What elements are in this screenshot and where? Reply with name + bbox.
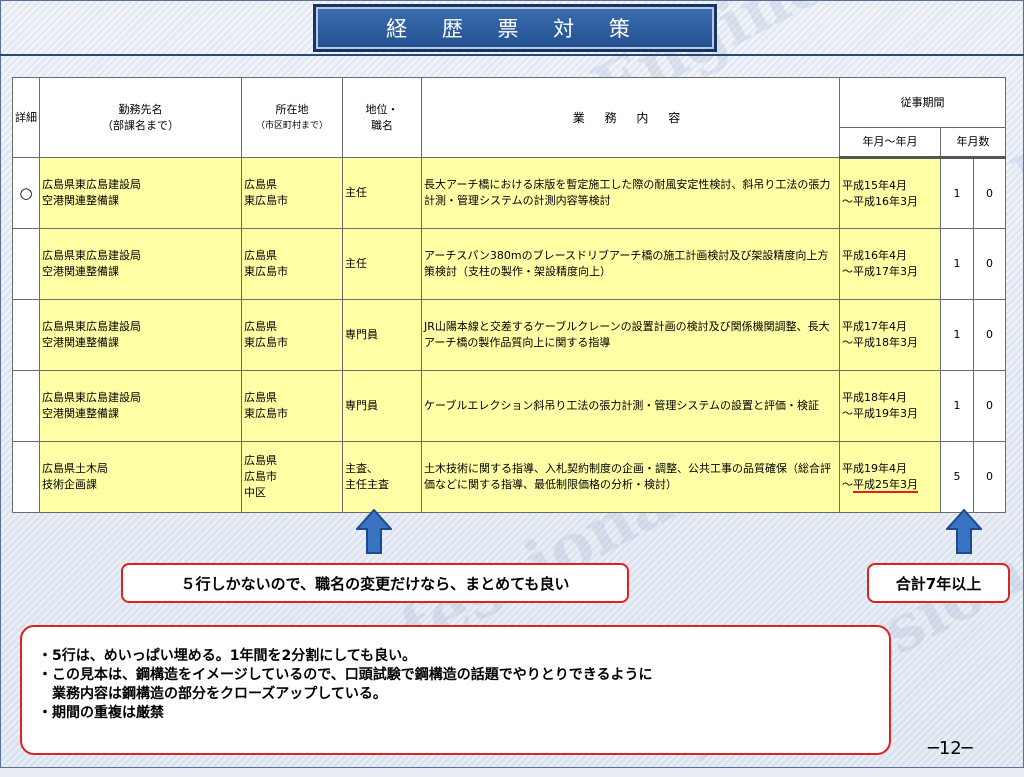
row-work: ケーブルエレクション斜吊り工法の張力計測・管理システムの設置と評価・検証 <box>421 370 840 442</box>
row-mark: ○ <box>12 157 40 229</box>
row-office: 広島県東広島建設局 空港関連整備課 <box>39 228 242 300</box>
row-months: 0 <box>972 441 1007 513</box>
note-line: 業務内容は鋼構造の部分をクローズアップしている。 <box>38 686 387 702</box>
row-months: 0 <box>972 299 1007 371</box>
row-mark <box>12 228 40 300</box>
up-arrow-icon <box>946 509 982 554</box>
header-office: 勤務先名 （部課名まで） <box>39 77 242 158</box>
row-work: 長大アーチ橋における床版を暫定施工した際の耐風安定性検討、斜吊り工法の張力計測・… <box>421 157 840 229</box>
page-number: ─12─ <box>928 738 973 759</box>
header-location: 所在地 （市区町村まで） <box>241 77 343 158</box>
row-years: 1 <box>940 370 974 442</box>
row-period: 平成19年4月 ～平成25年3月 <box>839 441 941 513</box>
row-work: 土木技術に関する指導、入札契約制度の企画・調整、公共工事の品質確保（総合評価など… <box>421 441 840 513</box>
row-period: 平成17年4月 ～平成18年3月 <box>839 299 941 371</box>
header-period-range: 年月～年月 <box>839 127 941 159</box>
row-office: 広島県東広島建設局 空港関連整備課 <box>39 370 242 442</box>
guidance-notes: ・5行は、めいっぱい埋める。1年間を2分割にしても良い。 ・この見本は、鋼構造を… <box>20 625 891 755</box>
row-position: 主任 <box>342 157 422 229</box>
position-merge-note: ５行しかないので、職名の変更だけなら、まとめても良い <box>121 563 629 603</box>
row-period: 平成18年4月 ～平成19年3月 <box>839 370 941 442</box>
row-location: 広島県 東広島市 <box>241 157 343 229</box>
header-detail: 詳細 <box>12 77 40 158</box>
row-mark <box>12 370 40 442</box>
row-mark <box>12 299 40 371</box>
table-row: 広島県東広島建設局 空港関連整備課 広島県 東広島市 主任 アーチスパン380mのブ… <box>12 228 1007 300</box>
table-row: ○ 広島県東広島建設局 空港関連整備課 広島県 東広島市 主任 長大アーチ橋における… <box>12 157 1007 229</box>
slide-title: 経 歴 票 対 策 <box>313 4 717 52</box>
table-row: 広島県東広島建設局 空港関連整備課 広島県 東広島市 専門員 ケーブルエレクション斜… <box>12 370 1007 442</box>
note-line: ・期間の重複は厳禁 <box>38 705 164 721</box>
total-years-note: 合計7年以上 <box>867 563 1010 603</box>
row-work: アーチスパン380mのブレースドリブアーチ橋の施工計画検討及び架設精度向上方策検… <box>421 228 840 300</box>
header-years-count: 年月数 <box>939 127 1007 159</box>
highlighted-end-date: 平成25年3月 <box>853 478 918 493</box>
row-office: 広島県東広島建設局 空港関連整備課 <box>39 299 242 371</box>
row-position: 専門員 <box>342 299 422 371</box>
row-years: 1 <box>940 299 974 371</box>
note-line: ・5行は、めいっぱい埋める。1年間を2分割にしても良い。 <box>38 648 417 664</box>
header-rule <box>0 54 1024 56</box>
up-arrow-icon <box>356 509 392 554</box>
table-row: 広島県土木局 技術企画課 広島県 広島市 中区 主査、 主任主査 土木技術に関する指導、… <box>12 441 1007 513</box>
row-work: JR山陽本線と交差するケーブルクレーンの設置計画の検討及び関係機関調整、長大アー… <box>421 299 840 371</box>
row-years: 1 <box>940 157 974 229</box>
row-period: 平成15年4月 ～平成16年3月 <box>839 157 941 229</box>
row-months: 0 <box>972 228 1007 300</box>
row-mark <box>12 441 40 513</box>
row-location: 広島県 広島市 中区 <box>241 441 343 513</box>
row-location: 広島県 東広島市 <box>241 370 343 442</box>
row-months: 0 <box>972 157 1007 229</box>
row-period: 平成16年4月 ～平成17年3月 <box>839 228 941 300</box>
row-years: 1 <box>940 228 974 300</box>
note-line: ・この見本は、鋼構造をイメージしているので、口頭試験で鋼構造の話題でやりとりでき… <box>38 667 653 683</box>
row-location: 広島県 東広島市 <box>241 299 343 371</box>
row-position: 主査、 主任主査 <box>342 441 422 513</box>
career-table: 詳細 勤務先名 （部課名まで） 所在地 （市区町村まで） 地位・ 職名 業 務 … <box>12 77 1007 513</box>
row-office: 広島県東広島建設局 空港関連整備課 <box>39 157 242 229</box>
row-years: 5 <box>940 441 974 513</box>
row-position: 専門員 <box>342 370 422 442</box>
table-row: 広島県東広島建設局 空港関連整備課 広島県 東広島市 専門員 JR山陽本線と交差する… <box>12 299 1007 371</box>
row-office: 広島県土木局 技術企画課 <box>39 441 242 513</box>
header-period: 従事期間 <box>838 77 1007 128</box>
row-position: 主任 <box>342 228 422 300</box>
header-position: 地位・ 職名 <box>342 77 422 158</box>
row-months: 0 <box>972 370 1007 442</box>
row-location: 広島県 東広島市 <box>241 228 343 300</box>
header-work: 業 務 内 容 <box>421 77 840 158</box>
